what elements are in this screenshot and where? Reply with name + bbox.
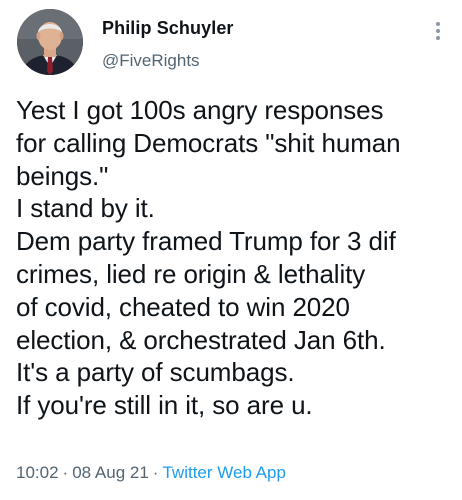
tweet-line: of covid, cheated to win 2020	[16, 291, 350, 322]
tweet-line: crimes, lied re origin & lethality	[16, 258, 366, 289]
author-avatar[interactable]	[17, 9, 83, 75]
meta-separator: ·	[62, 463, 69, 482]
tweet-card: Philip Schuyler @FiveRights Yest I got 1…	[0, 0, 462, 500]
author-display-name[interactable]: Philip Schuyler	[102, 18, 234, 39]
tweet-line: Yest I got 100s angry responses	[16, 95, 384, 125]
tweet-source-link[interactable]: Twitter Web App	[162, 463, 285, 482]
meta-separator: ·	[152, 463, 159, 482]
tweet-text: Yest I got 100s angry responses for call…	[16, 94, 456, 422]
tweet-line: beings."	[16, 160, 109, 191]
more-dot-icon	[436, 29, 440, 33]
tweet-date[interactable]: 08 Aug 21	[72, 463, 149, 482]
more-dot-icon	[436, 22, 440, 26]
tweet-line: Dem party framed Trump for 3 dif	[16, 226, 396, 257]
tweet-metadata: 10:02 · 08 Aug 21 · Twitter Web App	[16, 463, 286, 483]
tweet-line: If you're still in it, so are u.	[16, 390, 313, 421]
more-options-icon[interactable]	[432, 18, 444, 44]
avatar-photo	[17, 9, 83, 75]
tweet-line: for calling Democrats "shit human	[16, 127, 401, 158]
tweet-line: I stand by it.	[16, 193, 155, 224]
more-dot-icon	[436, 36, 440, 40]
tweet-time[interactable]: 10:02	[16, 463, 59, 482]
author-handle[interactable]: @FiveRights	[102, 51, 200, 71]
tweet-line: election, & orchestrated Jan 6th.	[16, 324, 386, 355]
tweet-line: It's a party of scumbags.	[16, 357, 295, 388]
